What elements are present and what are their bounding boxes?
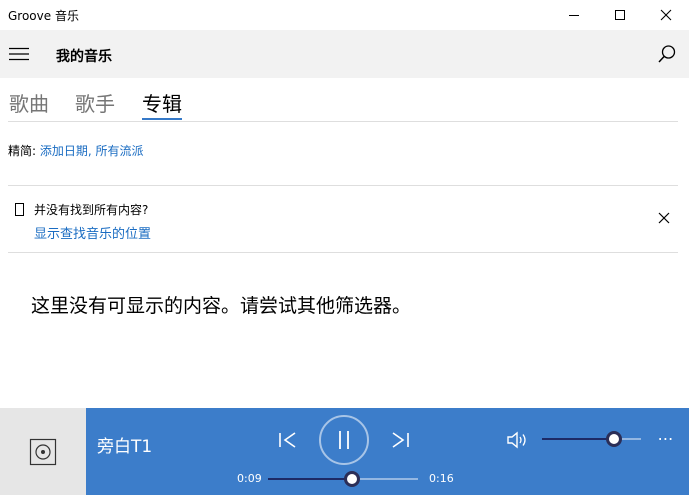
volume-slider-fill [542, 438, 614, 440]
track-title[interactable]: 旁白T1 [97, 432, 152, 457]
empty-state-message: 这里没有可显示的内容。请尝试其他筛选器。 [31, 295, 412, 317]
previous-button[interactable] [276, 428, 300, 452]
seek-slider-thumb[interactable] [344, 471, 360, 487]
app-header: 我的音乐 [0, 30, 689, 78]
divider [8, 252, 678, 253]
divider [8, 121, 678, 122]
divider [8, 185, 678, 186]
more-icon: ⋯ [657, 428, 675, 448]
total-time: 0:16 [429, 472, 454, 485]
hamburger-menu-button[interactable] [0, 30, 40, 78]
tab-artists[interactable]: 歌手 [75, 88, 115, 117]
window-title: Groove 音乐 [8, 9, 79, 23]
maximize-icon [615, 10, 625, 20]
volume-icon [507, 431, 526, 449]
volume-slider[interactable] [542, 431, 641, 447]
elapsed-time: 0:09 [237, 472, 262, 485]
next-icon [392, 432, 409, 448]
minimize-button[interactable] [551, 0, 597, 30]
notice-question: 并没有找到所有内容? [34, 203, 149, 217]
next-button[interactable] [388, 428, 412, 452]
volume-slider-thumb[interactable] [606, 431, 622, 447]
filter-summary: 精简: 添加日期, 所有流派 [8, 142, 144, 159]
tab-songs[interactable]: 歌曲 [9, 88, 49, 117]
minimize-icon [569, 15, 579, 16]
seek-slider-fill [268, 478, 352, 480]
page-title: 我的音乐 [56, 49, 112, 65]
more-options-button[interactable]: ⋯ [656, 426, 676, 450]
title-bar: Groove 音乐 [0, 0, 689, 30]
hamburger-icon [9, 47, 29, 61]
tab-albums[interactable]: 专辑 [142, 88, 182, 117]
close-icon [660, 9, 672, 21]
album-art[interactable] [0, 408, 86, 495]
filter-link[interactable]: 添加日期, 所有流派 [40, 144, 144, 158]
pause-button[interactable] [319, 415, 369, 465]
phone-icon [15, 203, 24, 216]
dismiss-notice-button[interactable] [656, 210, 672, 226]
speaker-box-icon [29, 438, 57, 465]
active-tab-indicator [142, 118, 182, 120]
search-button[interactable] [655, 42, 679, 66]
search-icon [658, 45, 676, 63]
volume-button[interactable] [506, 428, 530, 452]
close-icon [658, 212, 670, 224]
maximize-button[interactable] [597, 0, 643, 30]
pause-icon [339, 431, 349, 449]
previous-icon [279, 432, 296, 448]
show-music-locations-link[interactable]: 显示查找音乐的位置 [34, 223, 151, 242]
close-window-button[interactable] [643, 0, 689, 30]
filter-prefix: 精简: [8, 144, 40, 158]
now-playing-bar: 旁白T1 ⋯ 0:09 0:16 [86, 408, 689, 495]
seek-slider[interactable] [268, 471, 418, 487]
